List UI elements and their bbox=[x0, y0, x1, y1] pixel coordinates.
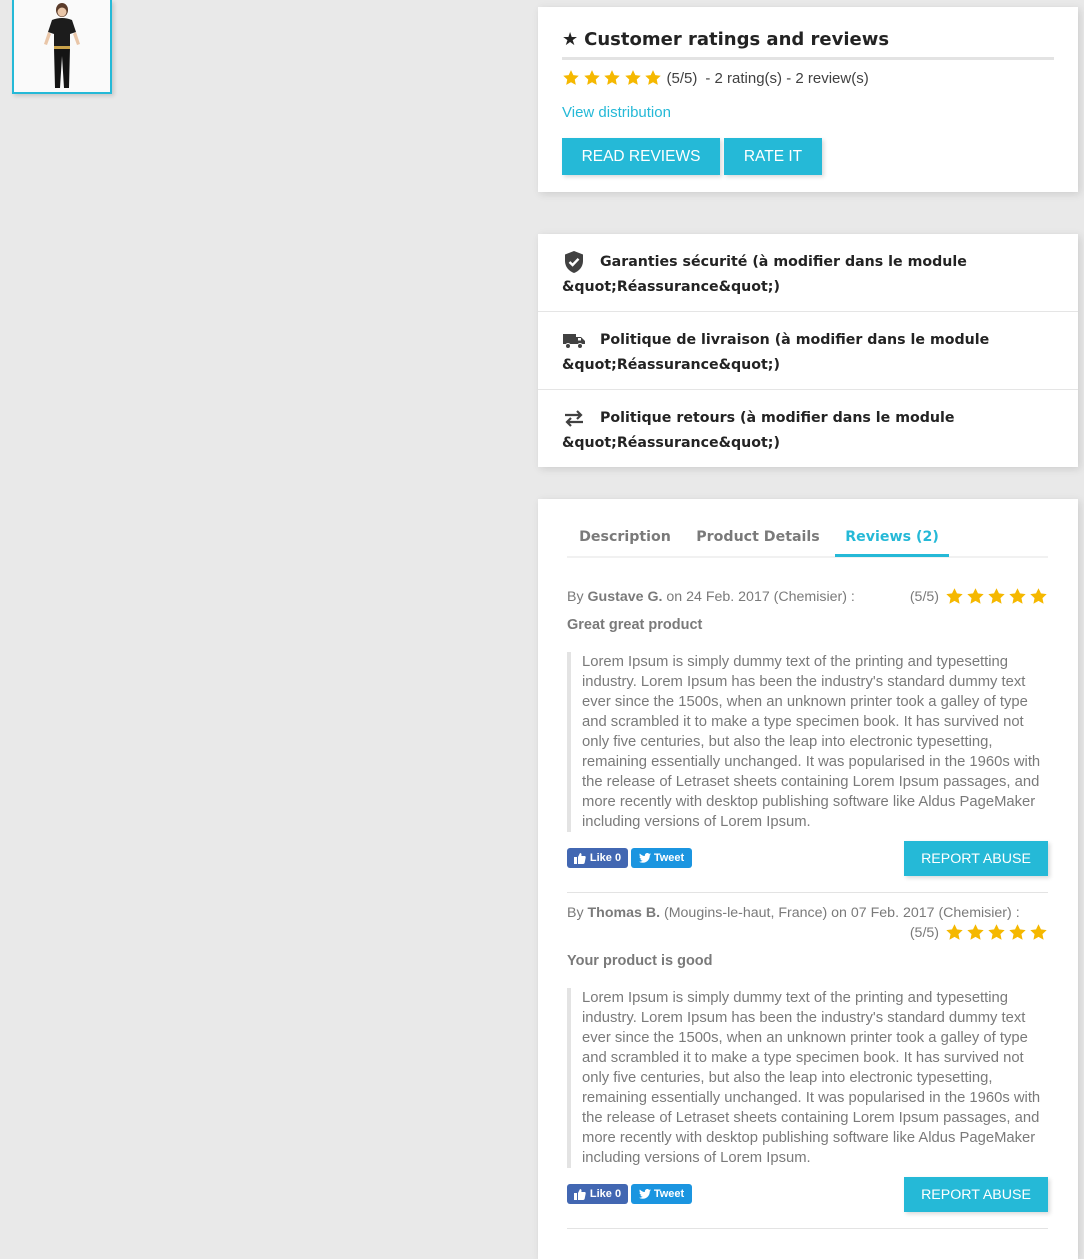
twitter-bird-icon bbox=[638, 853, 651, 863]
review-score: (5/5) bbox=[909, 588, 939, 605]
ratings-heading: ★ Customer ratings and reviews bbox=[562, 29, 1054, 60]
review-location: (Mougins-le-haut, France) bbox=[664, 905, 828, 921]
tab-description[interactable]: Description bbox=[567, 521, 683, 554]
like-label: Like 0 bbox=[589, 852, 622, 864]
tweet-label: Tweet bbox=[653, 1188, 685, 1200]
rating-score: (5/5) bbox=[666, 69, 698, 87]
review-body: Lorem Ipsum is simply dummy text of the … bbox=[567, 652, 1048, 832]
review-title: Great great product bbox=[567, 617, 703, 633]
star-icon bbox=[946, 924, 963, 940]
star-icon bbox=[645, 70, 661, 85]
rating-counts: - 2 rating(s) - 2 review(s) bbox=[705, 69, 869, 87]
star-icon bbox=[563, 70, 579, 85]
reassurance-card: Garanties sécurité (à modifier dans le m… bbox=[538, 234, 1078, 467]
like-label: Like 0 bbox=[589, 1188, 622, 1200]
star-icon bbox=[604, 70, 620, 85]
report-abuse-button[interactable]: REPORT ABUSE bbox=[904, 1177, 1048, 1212]
tweet-button[interactable]: Tweet bbox=[631, 1184, 692, 1204]
review-item: By Gustave G. on 24 Feb. 2017 (Chemisier… bbox=[567, 587, 1048, 877]
star-icon bbox=[1009, 588, 1026, 604]
review-meta: By Thomas B. (Mougins-le-haut, France) o… bbox=[567, 903, 1048, 923]
rate-it-button[interactable]: RATE IT bbox=[724, 138, 822, 175]
review-body: Lorem Ipsum is simply dummy text of the … bbox=[567, 988, 1048, 1168]
facebook-like-button[interactable]: Like 0 bbox=[567, 1184, 628, 1204]
reassurance-text: Politique retours (à modifier dans le mo… bbox=[562, 410, 955, 451]
review-separator bbox=[567, 892, 1048, 893]
product-thumbnail[interactable] bbox=[12, 0, 112, 94]
thumbs-up-icon bbox=[573, 852, 586, 864]
ratings-summary: (5/5) - 2 rating(s) - 2 review(s) bbox=[562, 69, 869, 87]
tab-reviews[interactable]: Reviews (2) bbox=[835, 521, 949, 557]
review-separator bbox=[567, 1228, 1048, 1229]
review-by-label: By bbox=[567, 589, 584, 605]
star-icon bbox=[1009, 924, 1026, 940]
star-icon: ★ bbox=[562, 29, 579, 50]
review-title: Your product is good bbox=[567, 953, 713, 969]
product-thumbnail-image bbox=[14, 0, 110, 92]
star-icon bbox=[967, 924, 984, 940]
star-icon bbox=[988, 588, 1005, 604]
product-tabs-card: Description Product Details Reviews (2) … bbox=[538, 499, 1078, 1259]
report-abuse-button[interactable]: REPORT ABUSE bbox=[904, 841, 1048, 876]
reassurance-item-returns: Politique retours (à modifier dans le mo… bbox=[538, 390, 1078, 467]
review-score: (5/5) bbox=[909, 924, 939, 941]
star-icon bbox=[946, 588, 963, 604]
review-date: on 07 Feb. 2017 (Chemisier) : bbox=[831, 905, 1020, 921]
view-distribution-link[interactable]: View distribution bbox=[562, 104, 671, 121]
reassurance-text: Garanties sécurité (à modifier dans le m… bbox=[562, 254, 967, 295]
thumbs-up-icon bbox=[573, 1188, 586, 1200]
reassurance-item-security: Garanties sécurité (à modifier dans le m… bbox=[538, 234, 1078, 312]
tweet-button[interactable]: Tweet bbox=[631, 848, 692, 868]
review-rating: (5/5) bbox=[910, 587, 1048, 606]
twitter-bird-icon bbox=[638, 1189, 651, 1199]
review-rating: (5/5) bbox=[910, 923, 1048, 942]
ratings-title: Customer ratings and reviews bbox=[584, 29, 890, 50]
tweet-label: Tweet bbox=[653, 852, 685, 864]
read-reviews-button[interactable]: READ REVIEWS bbox=[562, 138, 720, 175]
tab-product-details[interactable]: Product Details bbox=[683, 521, 833, 554]
review-by-label: By bbox=[567, 905, 584, 921]
star-icon bbox=[1030, 924, 1047, 940]
social-buttons: Like 0 Tweet bbox=[567, 848, 692, 868]
star-icon bbox=[988, 924, 1005, 940]
star-icon bbox=[583, 70, 600, 85]
review-author: Thomas B. bbox=[587, 905, 661, 921]
star-icon bbox=[1030, 588, 1047, 604]
review-item: By Thomas B. (Mougins-le-haut, France) o… bbox=[567, 903, 1048, 1213]
facebook-like-button[interactable]: Like 0 bbox=[567, 848, 628, 868]
star-icon bbox=[624, 70, 641, 85]
tab-bar: Description Product Details Reviews (2) bbox=[567, 521, 1048, 558]
reassurance-text: Politique de livraison (à modifier dans … bbox=[562, 332, 990, 373]
reassurance-item-delivery: Politique de livraison (à modifier dans … bbox=[538, 312, 1078, 390]
star-icon bbox=[967, 588, 984, 604]
review-date: on 24 Feb. 2017 (Chemisier) : bbox=[666, 589, 855, 605]
review-author: Gustave G. bbox=[587, 589, 663, 605]
ratings-card: ★ Customer ratings and reviews (5/5) - 2 … bbox=[538, 7, 1078, 192]
social-buttons: Like 0 Tweet bbox=[567, 1184, 692, 1204]
